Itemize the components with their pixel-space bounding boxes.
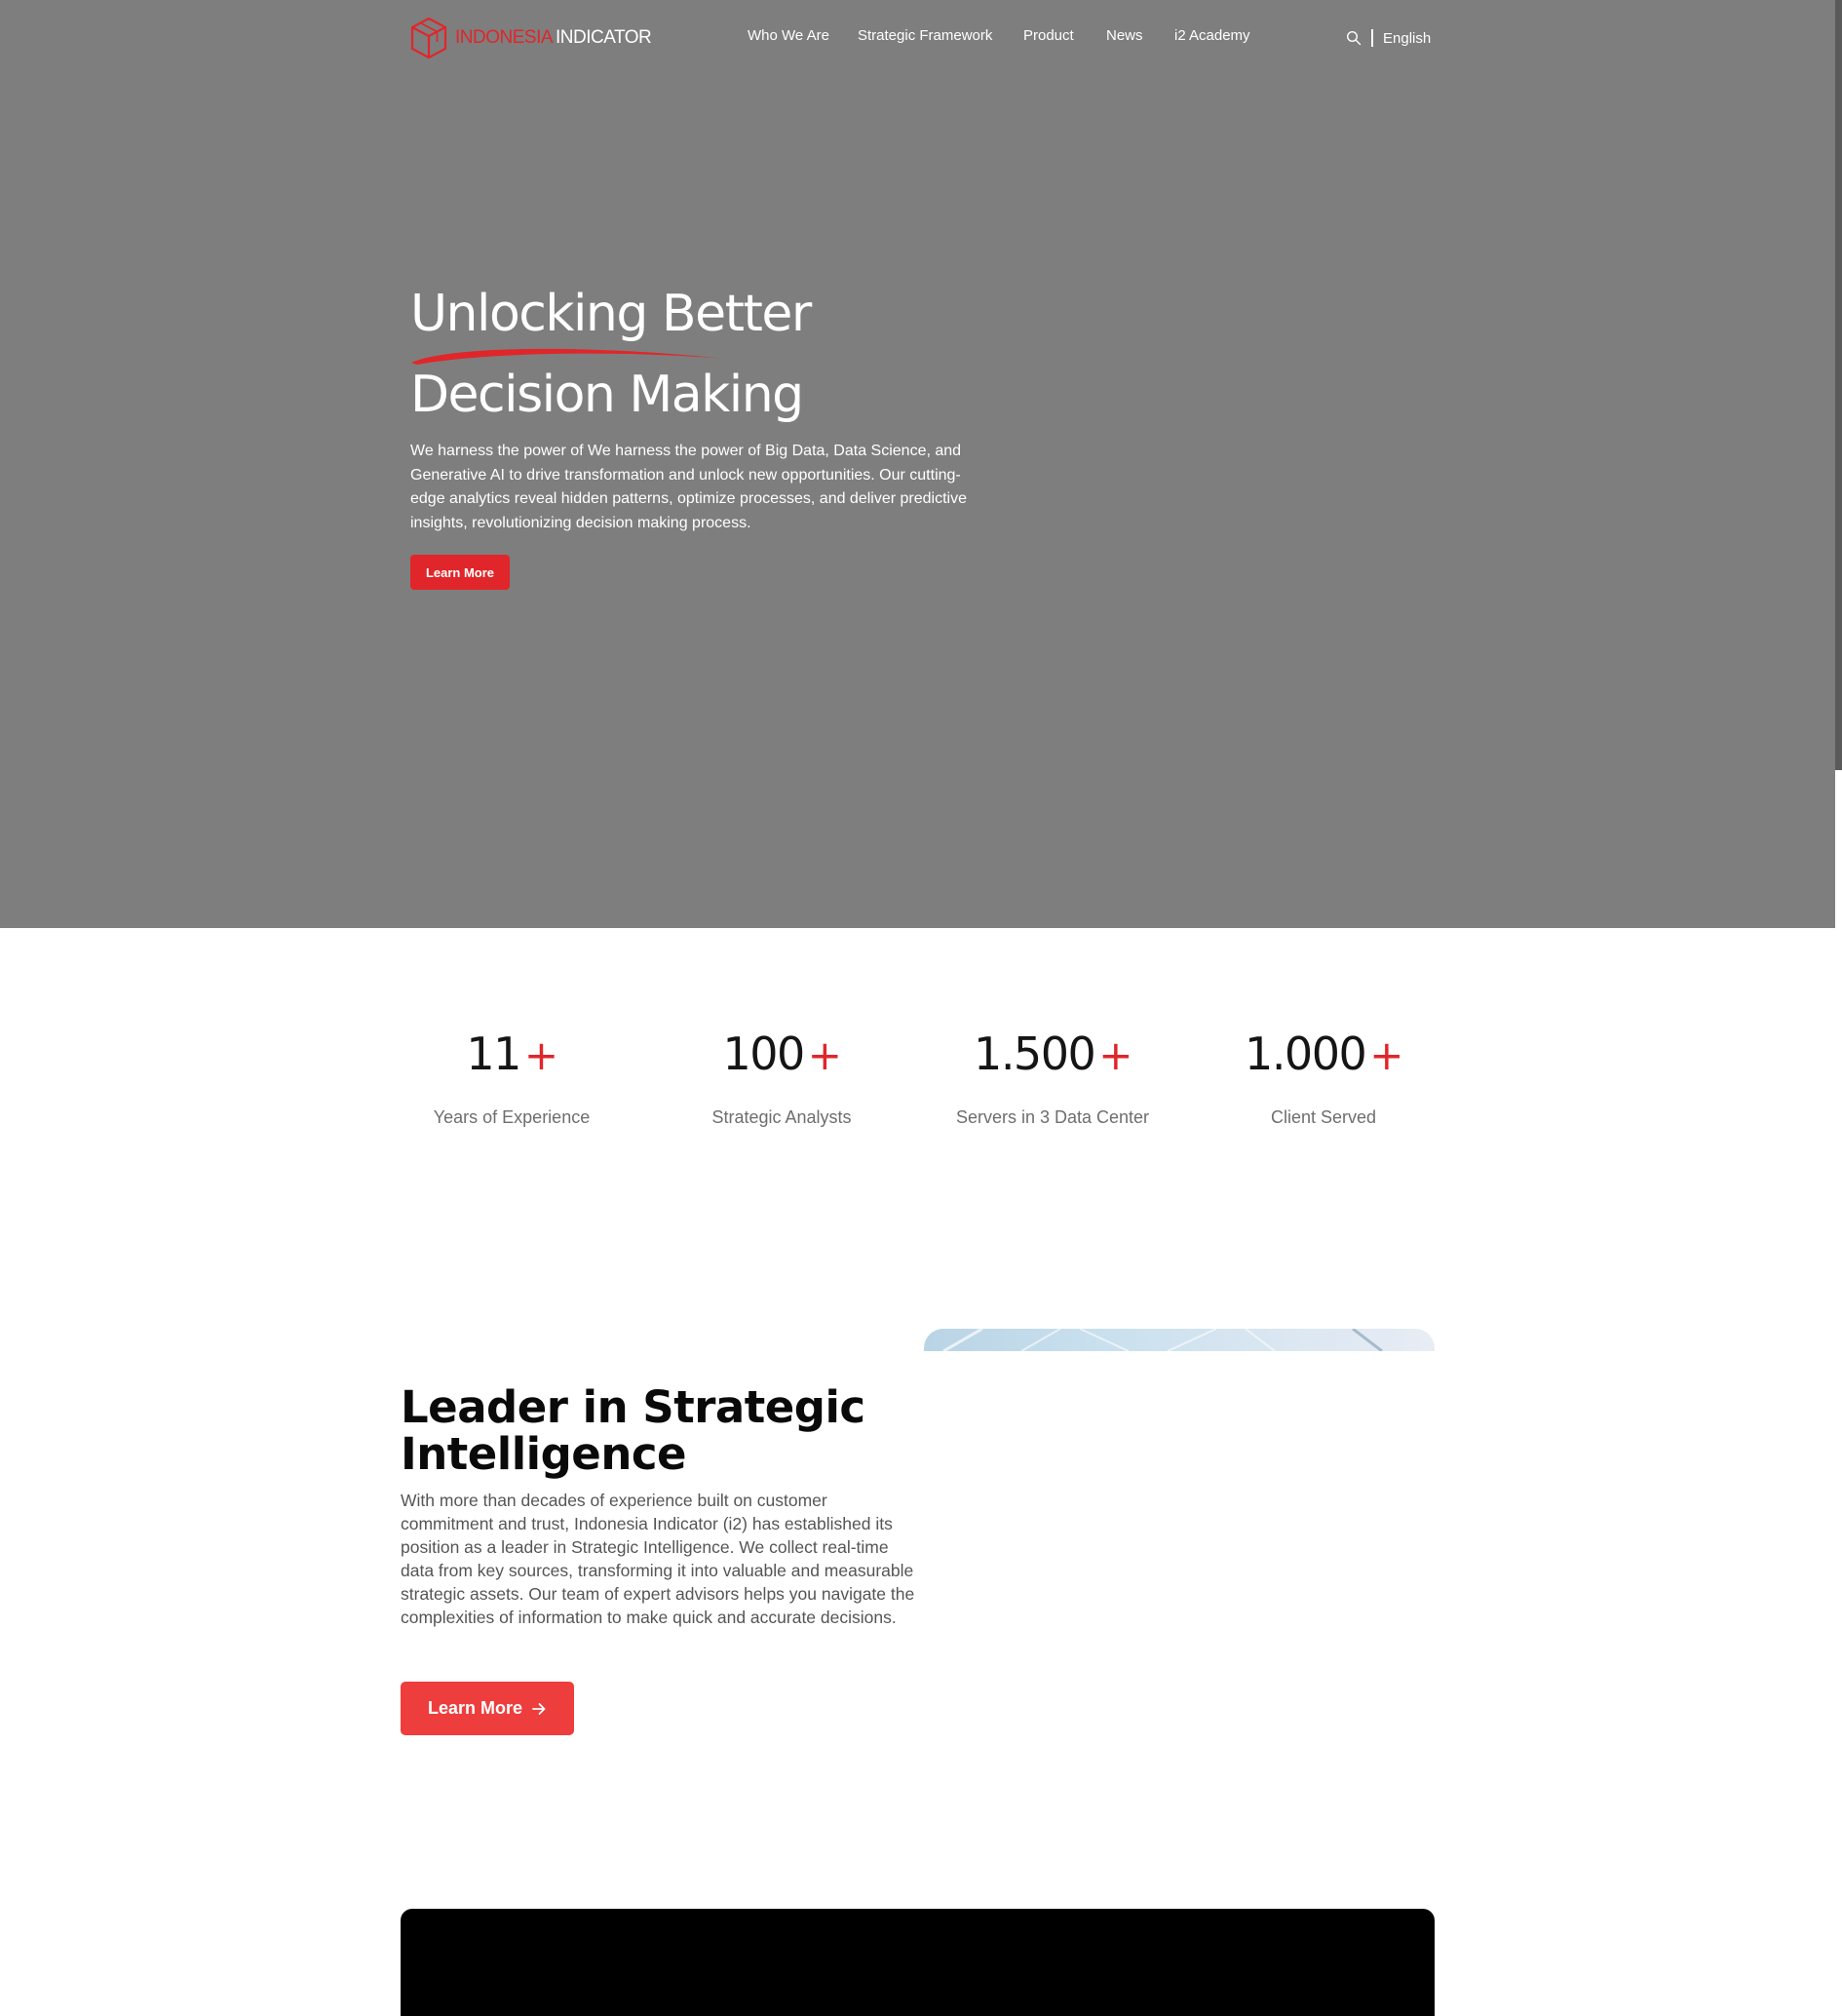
nav-item-i2-academy[interactable]: i2 Academy	[1174, 27, 1250, 44]
scrollbar-track[interactable]	[1835, 770, 1842, 928]
stat-plus: +	[523, 1031, 558, 1079]
stat-years-experience: 11+ Years of Experience	[385, 1024, 638, 1128]
stat-strategic-analysts: 100+ Strategic Analysts	[655, 1024, 908, 1128]
stat-servers: 1.500+ Servers in 3 Data Center	[926, 1024, 1179, 1128]
stat-plus: +	[807, 1031, 842, 1079]
nav-item-who-we-are[interactable]: Who We Are	[748, 27, 829, 44]
stat-label: Years of Experience	[433, 1107, 591, 1127]
about-title: Leader in Strategic Intelligence	[401, 1381, 865, 1480]
hero-description: We harness the power of We harness the p…	[410, 443, 967, 531]
about-learn-more-button[interactable]: Learn More	[401, 1682, 574, 1735]
stat-plus: +	[1369, 1031, 1403, 1079]
video-player[interactable]	[401, 1909, 1435, 2016]
nav-divider	[1371, 29, 1373, 47]
stat-value: 100	[722, 1027, 805, 1080]
arrow-right-icon	[532, 1702, 546, 1715]
stat-value: 1.000	[1245, 1027, 1367, 1080]
nav-item-news[interactable]: News	[1106, 27, 1143, 44]
stat-value: 11	[466, 1027, 521, 1080]
stat-label: Servers in 3 Data Center	[955, 1107, 1150, 1127]
search-icon[interactable]	[1346, 30, 1362, 46]
about-image	[924, 1329, 1435, 1351]
hero-title-line2: Decision Making	[410, 366, 804, 424]
stat-value: 1.500	[974, 1027, 1096, 1080]
about-button-label: Learn More	[427, 1698, 523, 1718]
hero-underline-swoosh	[411, 348, 725, 365]
about-description: With more than decades of experience bui…	[401, 1491, 915, 1627]
nav-item-product[interactable]: Product	[1023, 27, 1074, 44]
language-selector[interactable]: English	[1383, 30, 1431, 47]
stat-label: Strategic Analysts	[711, 1107, 852, 1127]
scrollbar-thumb[interactable]	[1835, 0, 1842, 770]
nav-utilities: English	[1346, 27, 1431, 49]
stat-label: Client Served	[1270, 1107, 1377, 1127]
hero-section: INDONESIA INDICATOR Who We Are Strategic…	[0, 0, 1835, 928]
hero-learn-more-button[interactable]: Learn More	[410, 555, 510, 590]
main-nav: Who We Are Strategic Framework Product N…	[0, 27, 1835, 49]
nav-item-strategic-framework[interactable]: Strategic Framework	[858, 27, 992, 44]
navbar: INDONESIA INDICATOR Who We Are Strategic…	[0, 0, 1835, 76]
stat-plus: +	[1098, 1031, 1132, 1079]
stat-clients-served: 1.000+ Client Served	[1197, 1024, 1450, 1128]
hero-title-line1: Unlocking Better	[410, 285, 812, 343]
about-image-pattern	[942, 1329, 1383, 1351]
